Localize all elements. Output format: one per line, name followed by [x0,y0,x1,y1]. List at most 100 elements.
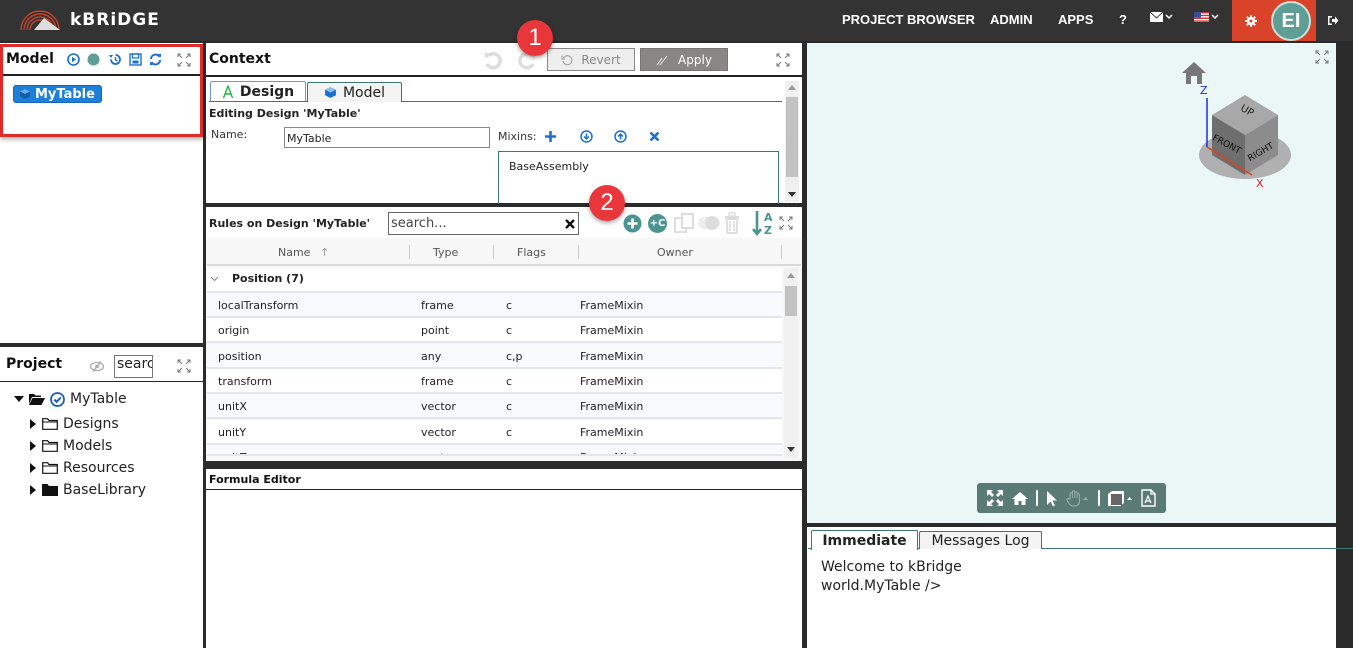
rule-owner: FrameMixin [580,324,644,338]
rules-search-input[interactable]: search... [388,212,579,235]
tree-item-mytable[interactable]: MyTable [14,391,127,407]
group-label: Position (7) [232,272,304,285]
column-header-flags[interactable]: Flags [517,246,546,259]
context-scrollbar[interactable] [785,81,799,202]
eye-slash-icon[interactable] [89,361,105,372]
caret-right-icon[interactable] [29,485,37,495]
user-avatar[interactable]: EI [1271,1,1311,41]
editing-design-heading: Editing Design 'MyTable' [209,107,361,120]
revert-button[interactable]: Revert [547,48,635,71]
scroll-up-icon[interactable] [788,85,796,90]
maximize-model-panel-icon[interactable] [177,53,191,67]
formula-editor-panel: Formula Editor [206,469,802,648]
rule-row[interactable]: origin point c FrameMixin [207,318,782,344]
rule-type: vector [421,425,456,439]
add-custom-rule-button[interactable]: +C [648,214,667,233]
scroll-down-icon[interactable] [787,447,795,452]
chevron-down-icon[interactable] [210,276,219,282]
save-icon[interactable] [129,53,142,66]
trash-icon[interactable] [723,212,741,234]
scrollbar-thumb[interactable] [786,97,798,177]
scroll-up-icon[interactable] [787,273,795,278]
logout-icon[interactable] [1327,15,1339,26]
rule-name: unitZ [218,451,247,454]
caret-right-icon[interactable] [29,463,37,473]
view-home-icon[interactable] [1181,61,1207,85]
tree-item-models[interactable]: Models [29,438,112,454]
view-mode-cube-icon[interactable] [1107,490,1133,507]
sort-az-icon[interactable]: A Z [751,210,775,236]
pan-hand-icon[interactable] [1066,489,1090,507]
toggle-icon[interactable] [697,215,721,231]
console-prompt: world.MyTable /> [821,578,942,594]
clear-search-icon[interactable] [565,219,575,229]
language-dropdown[interactable] [1194,12,1219,22]
column-header-name[interactable]: Name ↑ [278,246,329,259]
tab-design[interactable]: Design [210,81,306,101]
copy-icon[interactable] [673,212,695,234]
rule-row[interactable]: position any c,p FrameMixin [207,343,782,369]
caret-down-icon[interactable] [14,395,24,403]
project-search-input[interactable]: searc [114,355,153,378]
rule-flags: c,p [506,349,523,363]
tree-item-baselibrary[interactable]: BaseLibrary [29,482,146,498]
group-row-position[interactable]: Position (7) [207,268,782,293]
tree-item-label: MyTable [70,391,127,407]
rule-row[interactable]: transform frame c FrameMixin [207,368,782,394]
tree-item-resources[interactable]: Resources [29,460,135,476]
rule-row[interactable]: unitX vector c FrameMixin [207,394,782,420]
scrollbar-thumb[interactable] [785,286,797,316]
play-circle-icon[interactable] [67,53,80,66]
caret-right-icon[interactable] [29,441,37,451]
rule-name: position [218,349,262,363]
formula-editor-area[interactable] [206,491,802,648]
undo-icon[interactable] [483,50,503,70]
maximize-rules-panel-icon[interactable] [779,216,793,230]
design-name-input[interactable]: MyTable [284,127,490,148]
refresh-icon[interactable] [149,53,162,66]
messages-dropdown[interactable] [1150,12,1173,22]
rule-row[interactable]: unitZ vector c FrameMixin [207,444,782,456]
maximize-context-panel-icon[interactable] [776,53,790,67]
home-icon[interactable] [1011,491,1029,506]
nav-project-browser[interactable]: PROJECT BROWSER [842,12,975,27]
fit-all-icon[interactable] [986,490,1003,506]
nav-admin[interactable]: ADMIN [990,12,1033,27]
tab-immediate[interactable]: Immediate [811,530,918,550]
maximize-viewer-icon[interactable] [1315,50,1329,64]
remove-mixin-icon[interactable] [649,131,660,142]
apply-button[interactable]: Apply [640,48,728,71]
sort-ascending-icon: ↑ [319,246,330,259]
view-cube[interactable]: Z X UP FRONT RIGHT [1190,85,1300,195]
scroll-down-icon[interactable] [788,192,796,197]
nav-apps[interactable]: APPS [1058,12,1093,27]
select-pointer-icon[interactable] [1046,490,1058,507]
tab-messages-log[interactable]: Messages Log [919,531,1042,549]
column-header-type[interactable]: Type [433,246,458,259]
mixins-label: Mixins: [498,130,537,143]
add-rule-icon[interactable] [623,214,642,233]
console-output[interactable]: Welcome to kBridge world.MyTable /> [821,558,962,596]
tab-model[interactable]: Model [307,82,402,102]
rule-type: any [421,349,442,363]
help-button[interactable]: ? [1119,12,1127,27]
pdf-export-icon[interactable] [1141,489,1156,507]
caret-right-icon[interactable] [29,419,37,429]
maximize-project-panel-icon[interactable] [177,359,191,373]
kbridge-logo[interactable]: kBRiDGE [18,8,160,32]
model-item-mytable[interactable]: MyTable [13,85,102,103]
model-item-label: MyTable [35,86,95,102]
gear-icon[interactable] [1245,15,1257,27]
move-up-icon[interactable] [614,130,627,143]
column-header-owner[interactable]: Owner [657,246,693,259]
add-mixin-icon[interactable] [544,130,557,143]
move-down-icon[interactable] [580,130,593,143]
mixin-item[interactable]: BaseAssembly [509,160,589,173]
rule-row[interactable]: localTransform frame c FrameMixin [207,293,782,318]
rule-flags: c [506,400,513,414]
folder-open-icon [29,394,45,405]
tree-item-designs[interactable]: Designs [29,416,119,432]
rule-row[interactable]: unitY vector c FrameMixin [207,419,782,445]
rules-scrollbar[interactable] [784,268,798,458]
history-icon[interactable] [109,53,122,66]
